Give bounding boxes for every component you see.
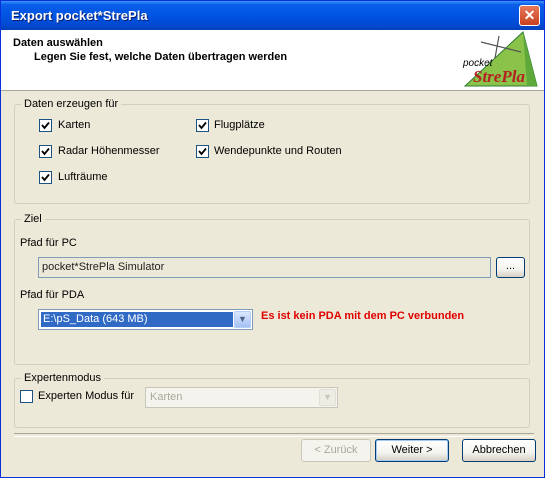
header-subtitle: Legen Sie fest, welche Daten übertragen … [34, 51, 288, 63]
pocket-strepla-logo: pocket StrePla [462, 31, 538, 87]
dropdown-button[interactable]: ▼ [234, 311, 251, 328]
next-button[interactable]: Weiter > [375, 439, 449, 462]
label-radar-hoehenmesser[interactable]: Radar Höhenmesser [58, 145, 160, 157]
no-pda-warning: Es ist kein PDA mit dem PC verbunden [261, 310, 465, 322]
experten-modus-value: Karten [150, 391, 183, 403]
checkmark-icon [41, 173, 50, 182]
checkbox-luftraeume[interactable] [39, 171, 52, 184]
dropdown-button[interactable]: ▼ [319, 389, 336, 406]
experten-modus-select[interactable]: Karten ▼ [145, 387, 338, 408]
label-wendepunkte-routen[interactable]: Wendepunkte und Routen [214, 145, 342, 157]
ziel-legend: Ziel [21, 213, 45, 225]
checkmark-icon [41, 121, 50, 130]
pfad-pda-select[interactable]: E:\pS_Data (643 MB) ▼ [38, 309, 253, 330]
pfad-pda-value: E:\pS_Data (643 MB) [41, 312, 233, 327]
close-button[interactable]: ✕ [519, 5, 540, 26]
label-flugplaetze[interactable]: Flugplätze [214, 119, 265, 131]
wizard-header: Daten auswählen Legen Sie fest, welche D… [1, 30, 544, 91]
logo-strepla-text: StrePla [473, 67, 525, 86]
checkbox-radar-hoehenmesser[interactable] [39, 145, 52, 158]
checkbox-wendepunkte-routen[interactable] [196, 145, 209, 158]
window-title: Export pocket*StrePla [11, 8, 148, 23]
cancel-button[interactable]: Abbrechen [462, 439, 536, 462]
browse-button[interactable]: ... [496, 257, 525, 278]
pfad-pc-label: Pfad für PC [20, 237, 77, 249]
pfad-pc-field[interactable]: pocket*StrePla Simulator [38, 257, 491, 278]
label-experten-modus[interactable]: Experten Modus für [38, 390, 134, 402]
close-icon: ✕ [523, 7, 536, 23]
label-karten[interactable]: Karten [58, 119, 90, 131]
chevron-down-icon: ▼ [323, 392, 332, 402]
checkmark-icon [198, 121, 207, 130]
checkmark-icon [198, 147, 207, 156]
export-dialog: Export pocket*StrePla ✕ Daten auswählen … [0, 0, 545, 478]
checkbox-flugplaetze[interactable] [196, 119, 209, 132]
label-luftraeume[interactable]: Lufträume [58, 171, 108, 183]
expertenmodus-legend: Expertenmodus [21, 372, 105, 384]
pfad-pda-label: Pfad für PDA [20, 289, 85, 301]
daten-erzeugen-legend: Daten erzeugen für [21, 98, 122, 110]
back-button[interactable]: < Zurück [301, 439, 371, 462]
divider [14, 433, 534, 437]
chevron-down-icon: ▼ [238, 314, 247, 324]
ziel-group: Ziel [14, 213, 530, 365]
title-bar[interactable]: Export pocket*StrePla ✕ [1, 1, 544, 30]
checkbox-karten[interactable] [39, 119, 52, 132]
checkbox-experten-modus[interactable] [20, 390, 33, 403]
header-title: Daten auswählen [13, 37, 103, 49]
checkmark-icon [41, 147, 50, 156]
